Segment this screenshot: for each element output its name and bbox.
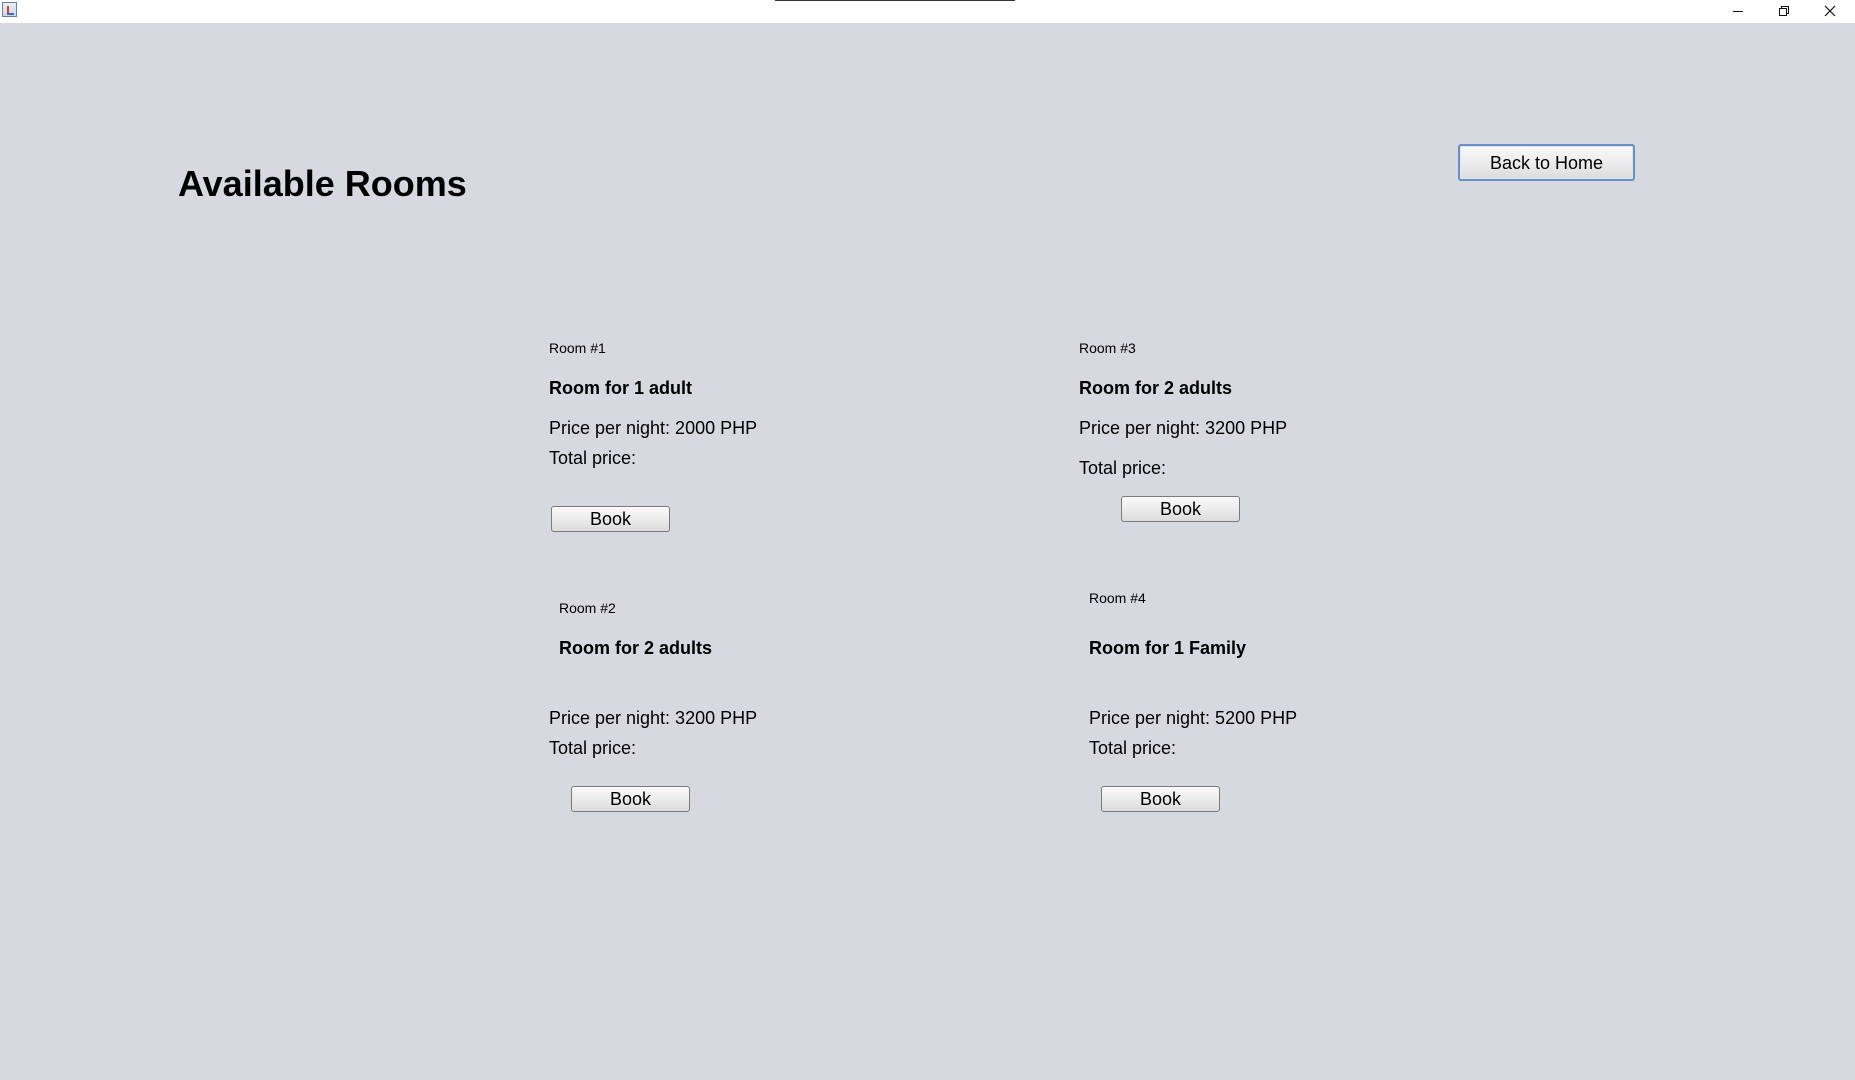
book-button-room-2[interactable]: Book [571,786,690,812]
room-price: Price per night: 2000 PHP [549,418,758,438]
room-number: Room #1 [549,340,606,356]
close-icon [1824,5,1836,17]
book-button-room-3[interactable]: Book [1121,496,1240,522]
window-title [775,0,1015,1]
page-title: Available Rooms [178,163,467,204]
restore-button[interactable] [1761,0,1807,22]
minimize-button[interactable] [1715,0,1761,22]
room-total-price: Total price: [549,448,637,468]
room-price: Price per night: 3200 PHP [1079,418,1288,438]
room-title: Room for 2 adults [559,638,713,658]
restore-icon [1779,6,1789,16]
room-total-price: Total price: [1079,458,1167,478]
room-title: Room for 1 Family [1089,638,1247,658]
back-to-home-button[interactable]: Back to Home [1458,144,1635,181]
room-number: Room #4 [1089,590,1146,606]
room-number: Room #2 [559,600,616,616]
book-button-room-1[interactable]: Book [551,506,670,532]
room-total-price: Total price: [1089,738,1177,758]
close-button[interactable] [1807,0,1853,22]
book-button-room-4[interactable]: Book [1101,786,1220,812]
room-total-price: Total price: [549,738,637,758]
room-price: Price per night: 5200 PHP [1089,708,1298,728]
room-title: Room for 2 adults [1079,378,1233,398]
room-number: Room #3 [1079,340,1136,356]
minimize-icon [1733,11,1743,12]
room-price: Price per night: 3200 PHP [549,708,758,728]
java-app-icon [2,2,17,17]
main-panel: Available Rooms Back to Home Room #1 Roo… [0,23,1855,1080]
window-titlebar [0,0,1855,23]
room-title: Room for 1 adult [549,378,692,398]
